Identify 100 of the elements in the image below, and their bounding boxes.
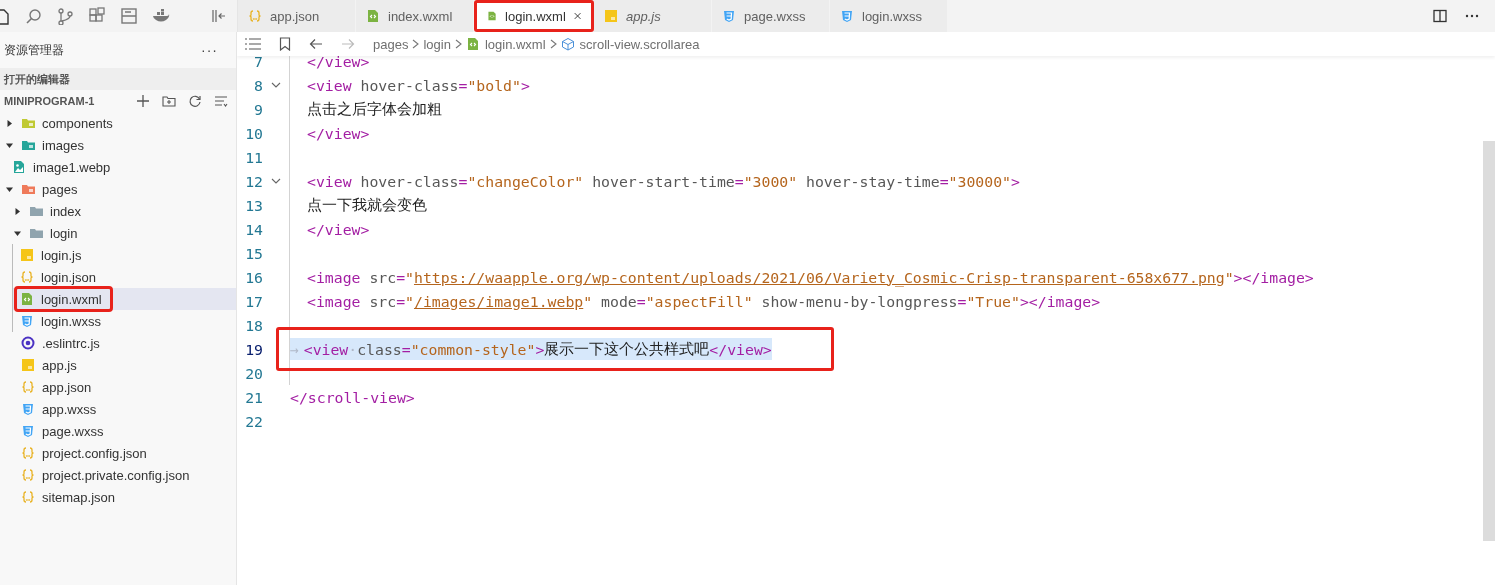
list-icon[interactable] bbox=[245, 38, 261, 50]
editor-tab[interactable]: index.wxml bbox=[356, 0, 474, 32]
chevron-down-icon bbox=[5, 185, 13, 193]
project-header[interactable]: MINIPROGRAM-1 bbox=[4, 95, 95, 107]
code-line: <view hover-class="changeColor" hover-start-time="3000" hover-stay-time="30000"> bbox=[307, 171, 1020, 192]
code-line: </view> bbox=[307, 219, 370, 240]
code-file-icon bbox=[465, 37, 480, 51]
line-number: 7 bbox=[253, 56, 263, 70]
cube-icon bbox=[560, 37, 575, 51]
back-arrow-icon[interactable] bbox=[309, 38, 323, 50]
collapse-panel-icon[interactable] bbox=[211, 8, 227, 24]
line-number: 18 bbox=[244, 316, 263, 334]
close-icon[interactable] bbox=[573, 11, 581, 21]
tree-item[interactable]: project.private.config.json bbox=[0, 464, 236, 486]
stylesheet-icon bbox=[20, 314, 34, 328]
tree-item[interactable]: images bbox=[0, 134, 236, 156]
tree-item[interactable]: login.js bbox=[13, 244, 236, 266]
stylesheet-icon bbox=[21, 402, 35, 416]
chevron-right-icon bbox=[412, 39, 420, 49]
chevron-right-icon bbox=[5, 119, 13, 127]
tree-item[interactable]: login.wxml bbox=[13, 288, 236, 310]
code-line: 点击之后字体会加粗 bbox=[307, 98, 442, 120]
line-number: 21 bbox=[244, 388, 263, 406]
image-file-icon bbox=[12, 160, 26, 174]
breadcrumb-item[interactable]: login.wxml bbox=[465, 36, 546, 52]
tree-item[interactable]: app.wxss bbox=[0, 398, 236, 420]
scrollbar-thumb[interactable] bbox=[1483, 141, 1495, 541]
line-number: 22 bbox=[244, 412, 263, 430]
braces-icon bbox=[21, 490, 35, 504]
tree-item[interactable]: page.wxss bbox=[0, 420, 236, 442]
stylesheet-icon bbox=[840, 9, 854, 23]
line-number: 17 bbox=[244, 292, 263, 310]
script-file-icon bbox=[20, 248, 34, 262]
chevron-down-icon bbox=[5, 141, 13, 149]
tree-item[interactable]: app.js bbox=[0, 354, 236, 376]
refresh-icon[interactable] bbox=[188, 94, 202, 108]
script-file-icon bbox=[604, 9, 618, 23]
breadcrumb-item[interactable]: pages bbox=[373, 36, 409, 52]
chevron-right-icon bbox=[13, 207, 21, 215]
editor-tab[interactable]: login.wxml bbox=[474, 0, 594, 32]
tree-item[interactable]: app.json bbox=[0, 376, 236, 398]
annotation-frame: login.wxml bbox=[14, 286, 113, 312]
folder-icon bbox=[21, 138, 35, 152]
line-number: 12 bbox=[244, 172, 263, 190]
code-line: </view> bbox=[307, 123, 370, 144]
braces-icon bbox=[20, 270, 34, 284]
tree-item[interactable]: pages bbox=[0, 178, 236, 200]
editor-tab[interactable]: app.js bbox=[594, 0, 712, 32]
line-number: 20 bbox=[244, 364, 263, 382]
new-folder-icon[interactable] bbox=[162, 94, 176, 108]
ring-icon bbox=[21, 336, 35, 350]
braces-icon bbox=[21, 446, 35, 460]
braces-icon bbox=[21, 380, 35, 394]
tree-item[interactable]: components bbox=[0, 112, 236, 134]
editor-tab[interactable]: page.wxss bbox=[712, 0, 830, 32]
code-file-icon bbox=[20, 292, 34, 306]
line-number: 13 bbox=[244, 196, 263, 214]
tree-item[interactable]: project.config.json bbox=[0, 442, 236, 464]
tree-item[interactable]: login.wxss bbox=[13, 310, 236, 332]
code-line: </scroll-view> bbox=[290, 387, 415, 408]
line-number: 19 bbox=[244, 340, 263, 358]
chevron-right-icon bbox=[454, 39, 462, 49]
tree-item[interactable]: sitemap.json bbox=[0, 486, 236, 508]
extensions-icon[interactable] bbox=[88, 7, 106, 25]
branch-icon[interactable] bbox=[56, 7, 74, 25]
braces-icon bbox=[21, 468, 35, 482]
code-file-icon bbox=[487, 9, 498, 23]
search-icon[interactable] bbox=[24, 7, 42, 25]
tree-item[interactable]: .eslintrc.js bbox=[0, 332, 236, 354]
line-number: 10 bbox=[244, 124, 263, 142]
chevron-right-icon bbox=[549, 39, 557, 49]
script-file-icon bbox=[21, 358, 35, 372]
code-line: 点一下我就会变色 bbox=[307, 194, 427, 216]
breadcrumb-item[interactable]: scroll-view.scrollarea bbox=[560, 36, 700, 52]
line-number: 9 bbox=[253, 100, 263, 118]
panel-title: 资源管理器 bbox=[4, 41, 64, 59]
tree-item[interactable]: index bbox=[0, 200, 236, 222]
folder-icon bbox=[29, 204, 43, 218]
fold-chevron-icon[interactable] bbox=[271, 178, 281, 184]
tree-item[interactable]: login.json bbox=[13, 266, 236, 288]
more-button[interactable]: ··· bbox=[201, 42, 218, 58]
chevron-down-icon bbox=[13, 229, 21, 237]
collapse-all-icon[interactable] bbox=[214, 94, 228, 108]
storage-icon[interactable] bbox=[120, 7, 138, 25]
fold-chevron-icon[interactable] bbox=[271, 82, 281, 88]
more-icon[interactable] bbox=[1465, 14, 1479, 18]
braces-icon bbox=[248, 9, 262, 23]
section-header[interactable]: 打开的编辑器 bbox=[0, 68, 236, 90]
line-number: 16 bbox=[244, 268, 263, 286]
split-editor-icon[interactable] bbox=[1433, 9, 1447, 23]
breadcrumb-item[interactable]: login bbox=[423, 36, 451, 52]
editor-tab[interactable]: app.json bbox=[238, 0, 356, 32]
new-file-icon[interactable] bbox=[136, 94, 150, 108]
tree-item[interactable]: login bbox=[0, 222, 236, 244]
tree-item[interactable]: image1.webp bbox=[0, 156, 236, 178]
editor-tab[interactable]: login.wxss bbox=[830, 0, 948, 32]
line-number: 11 bbox=[244, 148, 263, 166]
stylesheet-icon bbox=[722, 9, 736, 23]
bookmark-icon[interactable] bbox=[279, 37, 291, 51]
code-line: <image src="/images/image1.webp" mode="aspectFill" show-menu-by-longpress="True"></image> bbox=[307, 291, 1101, 312]
